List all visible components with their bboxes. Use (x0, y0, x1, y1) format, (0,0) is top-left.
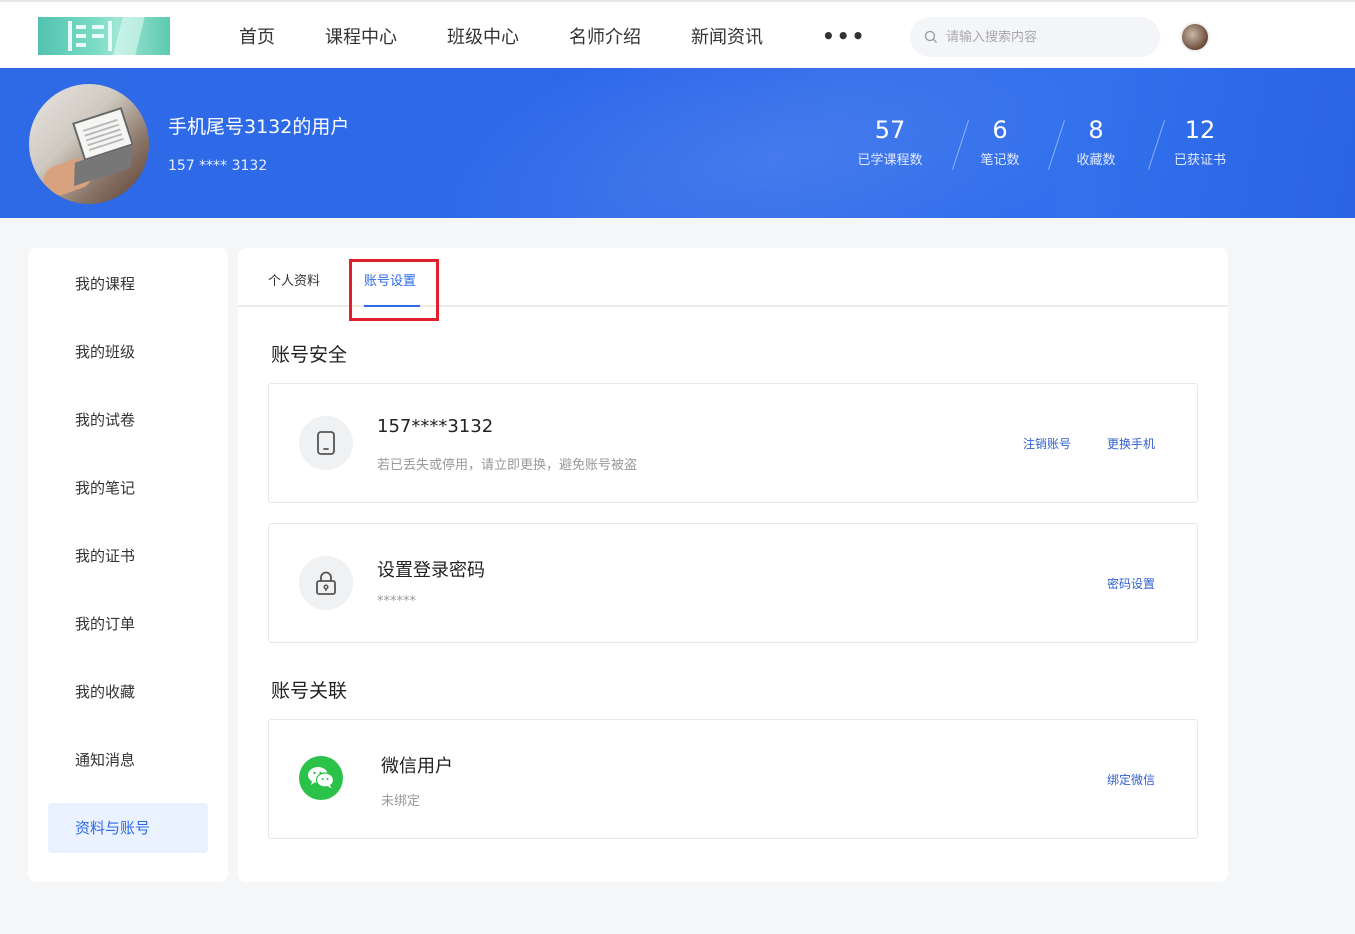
wechat-card: 微信用户 未绑定 绑定微信 (268, 719, 1198, 839)
sidebar: 我的课程 我的班级 我的试卷 我的笔记 我的证书 我的订单 我的收藏 通知消息 … (28, 248, 228, 882)
stat-value: 57 (874, 116, 906, 144)
main-menu: 首页 课程中心 班级中心 名师介绍 新闻资讯 (214, 2, 788, 70)
sidebar-item-account[interactable]: 资料与账号 (48, 803, 208, 853)
section-title-linking: 账号关联 (271, 680, 348, 702)
section-title-security: 账号安全 (271, 344, 348, 366)
user-avatar[interactable] (1180, 22, 1210, 52)
wechat-icon (299, 756, 343, 800)
account-settings-panel: 个人资料 账号设置 账号安全 157****3132 若已丢失或停用，请立即更换… (238, 248, 1228, 882)
stat-favorites[interactable]: 8 收藏数 (1046, 113, 1146, 168)
tab-profile[interactable]: 个人资料 (268, 270, 320, 289)
top-nav: 首页 课程中心 班级中心 名师介绍 新闻资讯 ••• (0, 0, 1355, 68)
stat-value: 12 (1184, 116, 1216, 144)
highlight-annotation (349, 259, 439, 321)
password-title: 设置登录密码 (377, 560, 485, 581)
nav-news[interactable]: 新闻资讯 (666, 23, 788, 49)
nav-classes[interactable]: 班级中心 (422, 23, 544, 49)
wechat-status: 未绑定 (381, 794, 421, 809)
deactivate-account-link[interactable]: 注销账号 (1023, 435, 1071, 452)
stat-label: 已学课程数 (857, 153, 923, 168)
stat-value: 6 (992, 116, 1008, 144)
site-logo[interactable] (38, 17, 170, 55)
lock-icon (299, 556, 353, 610)
search-input[interactable] (946, 29, 1146, 45)
search-box[interactable] (910, 17, 1160, 57)
stat-label: 已获证书 (1173, 153, 1226, 168)
password-mask: ****** (377, 594, 416, 609)
nav-home[interactable]: 首页 (214, 23, 300, 49)
user-name: 手机尾号3132的用户 (168, 116, 350, 138)
bind-wechat-link[interactable]: 绑定微信 (1107, 771, 1155, 788)
phone-card: 157****3132 若已丢失或停用，请立即更换，避免账号被盗 注销账号 更换… (268, 383, 1198, 503)
sidebar-item-notifications[interactable]: 通知消息 (48, 735, 208, 785)
profile-avatar (29, 84, 149, 204)
password-settings-link[interactable]: 密码设置 (1107, 575, 1155, 592)
sidebar-item-orders[interactable]: 我的订单 (48, 599, 208, 649)
phone-number: 157****3132 (377, 416, 494, 437)
password-card: 设置登录密码 ****** 密码设置 (268, 523, 1198, 643)
more-menu-button[interactable]: ••• (822, 24, 866, 48)
sidebar-item-courses[interactable]: 我的课程 (48, 259, 208, 309)
sidebar-item-favorites[interactable]: 我的收藏 (48, 667, 208, 717)
stat-courses[interactable]: 57 已学课程数 (840, 113, 940, 168)
stat-label: 收藏数 (1076, 153, 1116, 168)
nav-teachers[interactable]: 名师介绍 (544, 23, 666, 49)
stat-value: 8 (1088, 116, 1104, 144)
wechat-title: 微信用户 (381, 756, 453, 777)
search-icon (924, 30, 937, 43)
sidebar-item-exams[interactable]: 我的试卷 (48, 395, 208, 445)
stat-notes[interactable]: 6 笔记数 (950, 113, 1050, 168)
phone-hint: 若已丢失或停用，请立即更换，避免账号被盗 (377, 458, 638, 473)
nav-courses[interactable]: 课程中心 (300, 23, 422, 49)
user-phone: 157 **** 3132 (168, 158, 268, 174)
phone-icon (299, 416, 353, 470)
sidebar-item-notes[interactable]: 我的笔记 (48, 463, 208, 513)
sidebar-item-classes[interactable]: 我的班级 (48, 327, 208, 377)
stat-certificates[interactable]: 12 已获证书 (1150, 113, 1250, 168)
change-phone-link[interactable]: 更换手机 (1107, 435, 1155, 452)
stat-label: 笔记数 (980, 153, 1020, 168)
sidebar-item-certificates[interactable]: 我的证书 (48, 531, 208, 581)
